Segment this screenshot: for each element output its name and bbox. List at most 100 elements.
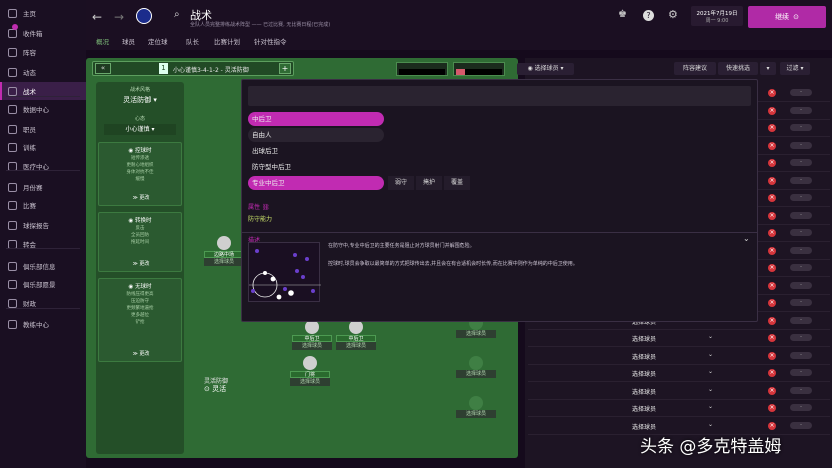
sidebar-item-12[interactable]: 转会 <box>0 235 86 253</box>
tactic-slot-number[interactable]: 1 <box>159 63 168 74</box>
pitch-player-slot[interactable]: 中后卫 选择球员 <box>336 320 376 350</box>
chevron-down-icon[interactable]: ⌄ <box>708 368 713 375</box>
chevron-down-icon[interactable]: ⌄ <box>708 333 713 340</box>
chevron-down-icon[interactable]: ⌄ <box>708 403 713 410</box>
remove-x-icon[interactable]: × <box>768 404 776 412</box>
select-player-link[interactable]: 选择球员 <box>632 404 656 413</box>
select-player-link[interactable]: 选择球员 <box>632 334 656 343</box>
select-player-slot[interactable]: 选择球员 <box>456 370 496 378</box>
approach-dropdown[interactable]: 小心谨慎 ▾ <box>104 124 176 135</box>
role-option-0[interactable]: 中后卫 <box>248 112 384 126</box>
duty-option-2[interactable]: 覆盖 <box>444 176 470 190</box>
search-icon[interactable]: ⌕ <box>174 9 180 20</box>
select-player-slot[interactable]: 选择球员 <box>292 342 332 350</box>
select-player-slot[interactable]: 选择球员 <box>336 342 376 350</box>
select-player-link[interactable]: 选择球员 <box>632 387 656 396</box>
filter-button[interactable]: 过滤 ▾ <box>780 62 810 75</box>
remove-x-icon[interactable]: × <box>768 211 776 220</box>
select-player-dropdown[interactable]: ◉ 选择球员 ▾ <box>517 63 574 75</box>
select-player-slot[interactable]: 选择球员 <box>456 330 496 338</box>
tab-5[interactable]: 针对性指令 <box>254 36 287 46</box>
pitch-player-slot[interactable]: 选择球员 <box>456 356 496 384</box>
remove-x-icon[interactable]: × <box>768 246 776 255</box>
sidebar-item-5[interactable]: 数据中心 <box>0 100 86 118</box>
duty-option-0[interactable]: 弱守 <box>388 176 414 190</box>
remove-x-icon[interactable]: × <box>768 421 776 430</box>
sidebar-item-14[interactable]: 俱乐部愿景 <box>0 275 86 293</box>
squad-row[interactable]: × - 选择球员 ⌄ <box>528 399 830 417</box>
forward-arrow-icon[interactable]: → <box>114 10 124 24</box>
remove-x-icon[interactable]: × <box>768 299 776 307</box>
pitch-player-slot[interactable]: 选择球员 <box>456 396 496 424</box>
sidebar-item-4[interactable]: 战术 <box>0 82 86 100</box>
select-player-slot[interactable]: 选择球员 <box>204 258 244 266</box>
sidebar-item-2[interactable]: 阵容 <box>0 43 86 61</box>
pitch-player-slot[interactable]: 门将 选择球员 <box>290 356 330 386</box>
squad-row[interactable]: × - 选择球员 ⌄ <box>528 364 830 382</box>
select-player-link[interactable]: 选择球员 <box>632 422 656 431</box>
remove-x-icon[interactable]: × <box>768 334 776 342</box>
chevron-down-icon[interactable]: ⌄ <box>708 351 713 358</box>
remove-x-icon[interactable]: × <box>768 281 776 290</box>
chevron-down-icon[interactable]: ⌄ <box>708 386 713 393</box>
sidebar-item-8[interactable]: 医疗中心 <box>0 157 86 175</box>
change-button[interactable]: ≫ 更改 <box>99 194 183 201</box>
remove-x-icon[interactable]: × <box>768 316 776 325</box>
squad-row[interactable]: × - 选择球员 ⌄ <box>528 329 830 347</box>
tab-3[interactable]: 队长 <box>186 36 199 46</box>
club-crest-icon[interactable] <box>136 8 152 24</box>
sidebar-item-16[interactable]: 教练中心 <box>0 315 86 333</box>
role-option-1[interactable]: 自由人 <box>248 128 384 142</box>
continue-button[interactable]: 继续 ⊙ <box>748 6 826 28</box>
link-icon[interactable]: ⛓ <box>262 204 270 211</box>
role-option-3[interactable]: 防守型中后卫 <box>248 160 384 174</box>
sidebar-item-11[interactable]: 球探报告 <box>0 216 86 234</box>
remove-x-icon[interactable]: × <box>768 386 776 395</box>
change-button[interactable]: ≫ 更改 <box>99 350 183 357</box>
tab-4[interactable]: 比赛计划 <box>214 36 240 46</box>
quick-pick-button[interactable]: 快速挑选 <box>718 62 758 75</box>
select-player-link[interactable]: 选择球员 <box>632 369 656 378</box>
add-tactic-plus-icon[interactable]: + <box>279 63 291 74</box>
chevron-down-icon[interactable]: ⌄ <box>708 421 713 428</box>
remove-x-icon[interactable]: × <box>768 106 776 115</box>
remove-x-icon[interactable]: × <box>768 369 776 377</box>
remove-x-icon[interactable]: × <box>768 194 776 202</box>
role-search-input[interactable] <box>248 86 751 106</box>
collapse-double-arrow-icon[interactable]: « <box>95 63 111 74</box>
remove-x-icon[interactable]: × <box>768 176 776 185</box>
mentality-dropdown[interactable]: 灵活防御 ▾ <box>96 95 184 105</box>
remove-x-icon[interactable]: × <box>768 351 776 360</box>
role-option-2[interactable]: 出球后卫 <box>248 144 384 158</box>
sidebar-item-9[interactable]: 月份赛 <box>0 178 86 196</box>
back-arrow-icon[interactable]: ← <box>92 10 102 24</box>
sidebar-item-0[interactable]: 主页 <box>0 4 86 22</box>
remove-x-icon[interactable]: × <box>768 159 776 167</box>
remove-x-icon[interactable]: × <box>768 229 776 237</box>
chevron-down-icon[interactable]: ▾ <box>760 62 776 75</box>
pitch-player-slot[interactable]: 中后卫 选择球员 <box>292 320 332 350</box>
help-icon[interactable]: ? <box>643 10 654 21</box>
sidebar-item-10[interactable]: 比赛 <box>0 196 86 214</box>
suggest-button[interactable]: 阵容建议 <box>674 62 716 75</box>
remove-x-icon[interactable]: × <box>768 124 776 132</box>
tab-0[interactable]: 概况 <box>96 36 109 46</box>
remove-x-icon[interactable]: × <box>768 89 776 97</box>
role-option-4[interactable]: 专业中后卫 <box>248 176 384 190</box>
trophy-icon[interactable]: ♚ <box>618 9 627 20</box>
pitch-player-slot[interactable]: 边路中场 选择球员 <box>204 236 244 266</box>
sidebar-item-3[interactable]: 动态 <box>0 63 86 81</box>
sidebar-item-13[interactable]: 俱乐部信息 <box>0 257 86 275</box>
tab-1[interactable]: 球员 <box>122 36 135 46</box>
duty-option-1[interactable]: 掩护 <box>416 176 442 190</box>
remove-x-icon[interactable]: × <box>768 264 776 272</box>
remove-x-icon[interactable]: × <box>768 141 776 150</box>
sidebar-item-6[interactable]: 职员 <box>0 120 86 138</box>
change-button[interactable]: ≫ 更改 <box>99 260 183 267</box>
tab-2[interactable]: 定位球 <box>148 36 168 46</box>
sidebar-item-15[interactable]: 财政 <box>0 294 86 312</box>
tactic-name[interactable]: 小心谨慎3-4-1-2 - 灵活防御 <box>173 65 249 74</box>
gear-icon[interactable]: ⚙ <box>668 8 678 21</box>
select-player-slot[interactable]: 选择球员 <box>290 378 330 386</box>
sidebar-item-7[interactable]: 训练 <box>0 138 86 156</box>
